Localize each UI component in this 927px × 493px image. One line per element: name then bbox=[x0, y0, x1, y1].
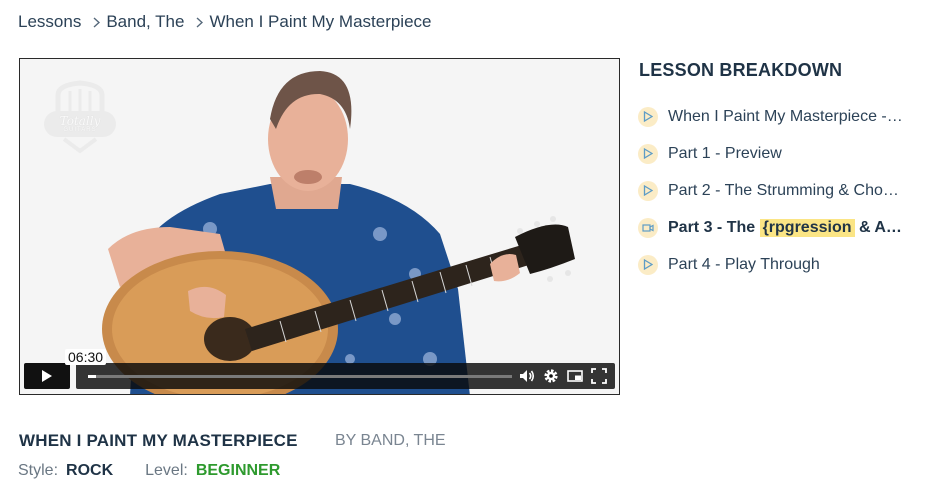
lesson-label: Part 1 - Preview bbox=[668, 144, 782, 162]
song-title: WHEN I PAINT MY MASTERPIECE bbox=[19, 431, 298, 450]
lesson-item-part-3[interactable]: Part 3 - The {rpgression & Arrangement bbox=[638, 209, 908, 246]
control-bar bbox=[76, 363, 615, 389]
lesson-label: Part 3 - The {rpgression & Arrangement bbox=[668, 218, 904, 237]
play-icon bbox=[42, 370, 52, 382]
style-value[interactable]: ROCK bbox=[66, 462, 113, 480]
play-circle-icon bbox=[638, 106, 658, 127]
lesson-label-end: & Arrangement bbox=[858, 218, 904, 236]
chevron-right-icon bbox=[93, 16, 101, 28]
lesson-label: Part 4 - Play Through bbox=[668, 255, 820, 273]
breadcrumb-song[interactable]: When I Paint My Masterpiece bbox=[209, 12, 431, 32]
totally-guitars-logo: Totally GUITARS bbox=[44, 77, 116, 155]
lesson-breakdown-title: LESSON BREAKDOWN bbox=[639, 60, 843, 80]
time-tooltip: 06:30 bbox=[65, 349, 107, 365]
lesson-item-part-2[interactable]: Part 2 - The Strumming & Chords bbox=[638, 172, 908, 209]
breadcrumb-lessons[interactable]: Lessons bbox=[18, 12, 81, 32]
volume-icon[interactable] bbox=[518, 367, 536, 385]
logo-subtext: GUITARS bbox=[63, 126, 97, 133]
highlighted-text: {rpgression bbox=[759, 218, 855, 237]
lesson-label: When I Paint My Masterpiece - Introducti… bbox=[668, 107, 904, 125]
settings-gear-icon[interactable] bbox=[542, 367, 560, 385]
progress-fill bbox=[88, 375, 97, 378]
level-value[interactable]: BEGINNER bbox=[196, 462, 280, 480]
video-player[interactable]: Totally GUITARS 06:30 bbox=[19, 58, 620, 395]
level-label: Level: bbox=[145, 462, 188, 479]
play-circle-icon bbox=[638, 143, 658, 164]
picture-in-picture-icon[interactable] bbox=[566, 367, 584, 385]
progress-track[interactable] bbox=[88, 375, 512, 378]
lesson-item-introduction[interactable]: When I Paint My Masterpiece - Introducti… bbox=[638, 98, 908, 135]
song-meta: Style: ROCK Level: BEGINNER bbox=[18, 462, 280, 480]
lesson-label-start: Part 3 - The bbox=[668, 218, 760, 236]
lesson-list: When I Paint My Masterpiece - Introducti… bbox=[638, 98, 908, 283]
play-circle-icon bbox=[638, 180, 658, 201]
video-camera-icon bbox=[638, 217, 658, 238]
lesson-item-part-1[interactable]: Part 1 - Preview bbox=[638, 135, 908, 172]
breadcrumb: Lessons Band, The When I Paint My Master… bbox=[18, 11, 432, 33]
song-artist: BY BAND, THE bbox=[335, 432, 446, 449]
play-button[interactable] bbox=[24, 363, 70, 389]
lesson-item-part-4[interactable]: Part 4 - Play Through bbox=[638, 246, 908, 283]
logo-text: Totally bbox=[59, 113, 101, 128]
video-controls: 06:30 bbox=[24, 349, 615, 389]
chevron-right-icon bbox=[196, 16, 204, 28]
breadcrumb-artist[interactable]: Band, The bbox=[106, 12, 184, 32]
fullscreen-icon[interactable] bbox=[590, 367, 608, 385]
lesson-label: Part 2 - The Strumming & Chords bbox=[668, 181, 904, 199]
play-circle-icon bbox=[638, 254, 658, 275]
style-label: Style: bbox=[18, 462, 59, 479]
